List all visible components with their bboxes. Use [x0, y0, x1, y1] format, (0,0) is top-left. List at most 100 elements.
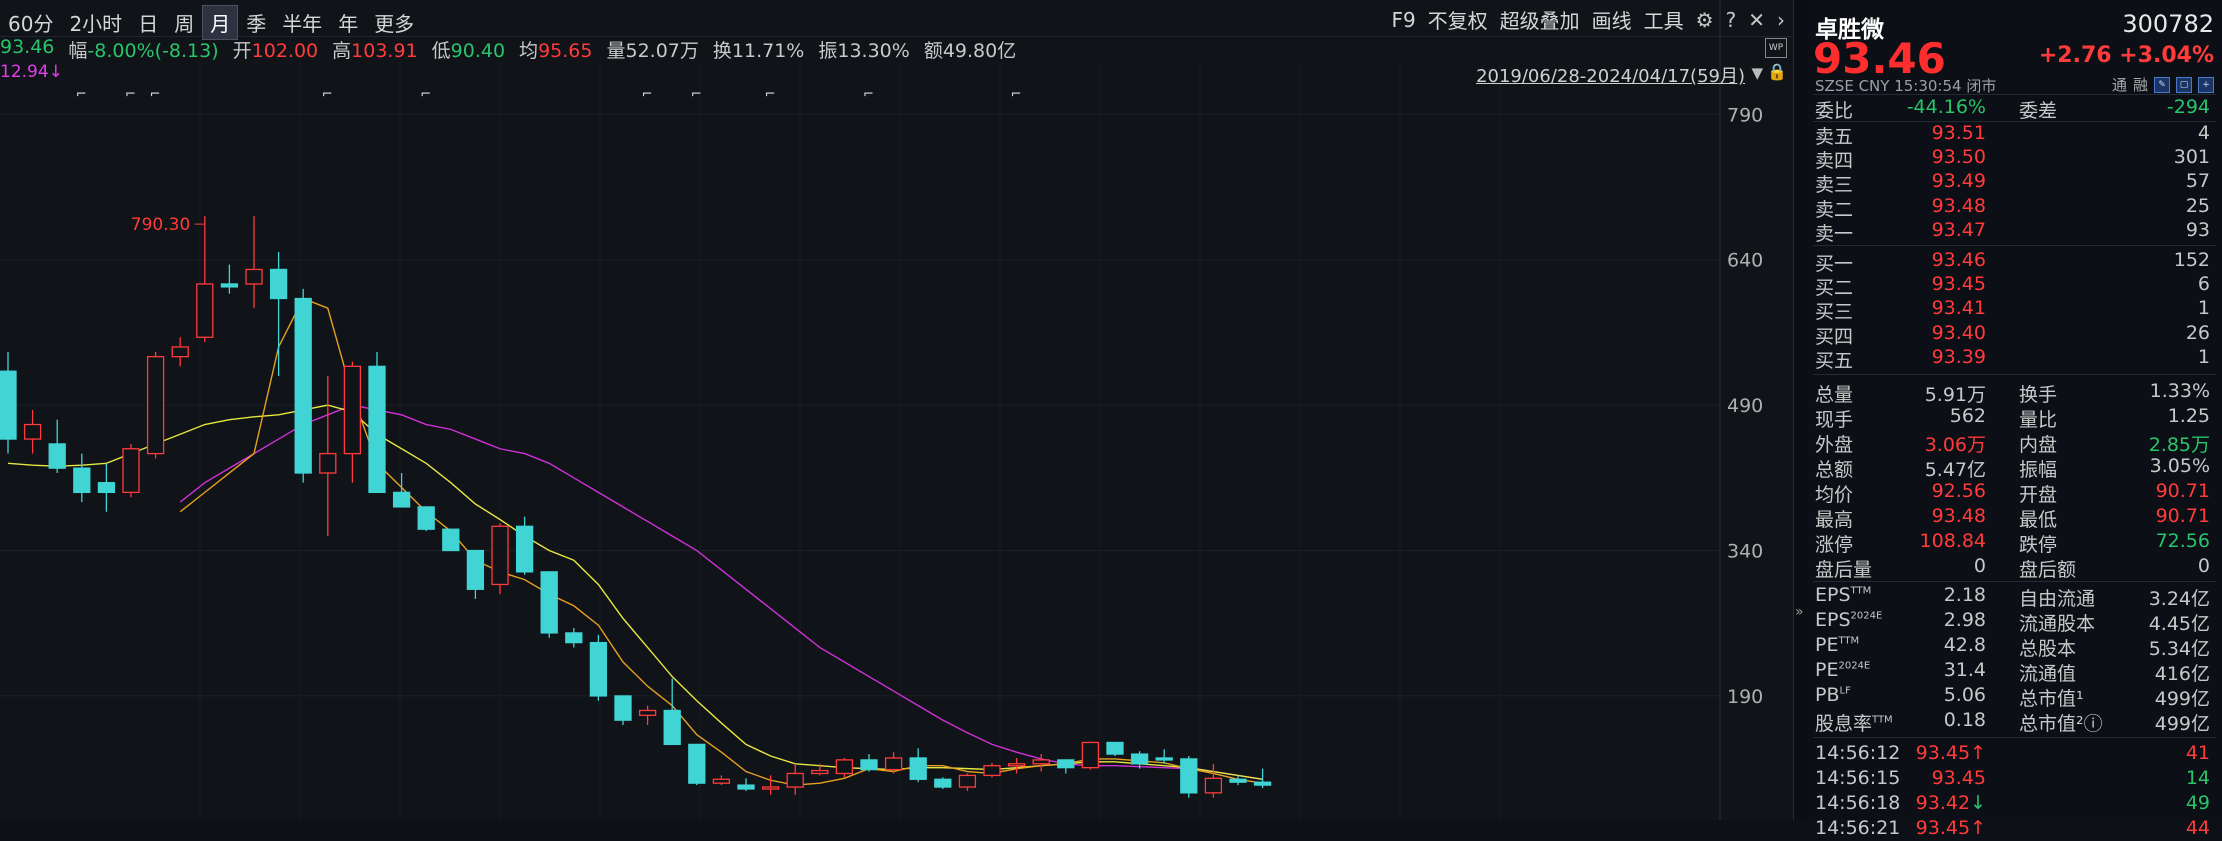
next-icon[interactable]: › [1777, 8, 1785, 32]
candle-body-3 [73, 467, 91, 494]
trade-time: 14:56:15 [1815, 767, 1901, 789]
candle-body-43 [1057, 759, 1075, 769]
fund-label-2: 流通值 [2019, 663, 2077, 685]
date-range-selector[interactable]: 2019/06/28-2024/04/17(59月) [1476, 62, 1745, 88]
panel-splitter[interactable] [1793, 0, 1808, 820]
bid-row-3[interactable]: 买四 93.40 26 [1813, 322, 2216, 348]
ask-volume: 301 [2173, 146, 2210, 169]
tool-button-2[interactable]: 超级叠加 [1500, 5, 1580, 34]
quote-value: 52.07万 [625, 40, 699, 62]
period-tab-7[interactable]: 年 [330, 5, 366, 40]
candle-body-7 [171, 346, 189, 358]
fund-row-5: 股息率TTM 0.18 总市值²ⓘ 499亿 [1813, 709, 2216, 735]
candle-body-10 [245, 268, 263, 285]
bid-row-4[interactable]: 买五 93.39 1 [1813, 346, 2216, 372]
candle-body-17 [417, 506, 435, 530]
tool-button-3[interactable]: 画线 [1592, 5, 1632, 34]
candle-body-2 [48, 443, 66, 469]
stat-value: 90.71 [2155, 505, 2210, 527]
ask-row-2[interactable]: 卖三 93.49 57 [1813, 170, 2216, 196]
expand-arrow-icon[interactable]: » [1795, 604, 1804, 620]
period-tab-8[interactable]: 更多 [366, 5, 422, 40]
kline-chart-pane[interactable]: 790 640 490 340 190 790.30 ⌐ ⌐ ⌐ ⌐ ⌐ ⌐ ⌐ ⌐ ⌐ ⌐ 60分 2小时日周… [0, 0, 1793, 820]
fund-value: 0.18 [1943, 709, 1986, 731]
bid-volume: 1 [2197, 297, 2210, 320]
subtool-1[interactable]: 融 [2133, 74, 2148, 95]
stat-label: 换手 [2019, 384, 2058, 406]
period-tab-0[interactable]: 60分 [0, 5, 61, 40]
ask-row-1[interactable]: 卖四 93.50 301 [1813, 146, 2216, 172]
fund-value-2: 3.24亿 [2148, 588, 2210, 610]
fund-value: 31.4 [1943, 659, 1986, 681]
ask-label: 卖一 [1815, 222, 1854, 245]
candle-body-39 [958, 774, 977, 788]
subtool-0[interactable]: 通 [2112, 74, 2127, 95]
candle-body-21 [515, 525, 534, 573]
ask-label: 卖二 [1815, 198, 1854, 221]
event-flag-icon-8: ⌐ [863, 87, 874, 102]
help-icon[interactable]: ? [1726, 8, 1737, 32]
candle-body-29 [712, 778, 731, 784]
tool-button-1[interactable]: 不复权 [1428, 5, 1488, 34]
quote-label: 量 [606, 40, 626, 62]
ask-row-0[interactable]: 卖五 93.51 4 [1813, 122, 2216, 148]
tool-button-4[interactable]: 工具 [1644, 5, 1684, 34]
candle-body-26 [638, 709, 657, 716]
period-tabs: 60分 2小时日周月季半年年更多 [0, 5, 422, 40]
period-tab-4[interactable]: 月 [202, 5, 239, 40]
fund-value-2: 5.34亿 [2148, 638, 2210, 660]
wp-badge-icon[interactable]: WP [1765, 38, 1787, 58]
trade-volume: 41 [2185, 742, 2210, 764]
candle-body-15 [368, 365, 386, 494]
event-flag-icon-2: ⌐ [150, 87, 161, 102]
weibi-value: -44.16% [1906, 96, 1986, 118]
stat-label: 最高 [1815, 509, 1854, 531]
stat-value: 0 [1973, 555, 1986, 577]
quote-item-5: 均95.65 [519, 36, 592, 64]
quote-item-6: 量52.07万 [606, 36, 698, 64]
quote-label: 开 [232, 40, 252, 62]
ask-row-4[interactable]: 卖一 93.47 93 [1813, 219, 2216, 245]
candle-body-24 [589, 641, 608, 697]
bid-row-2[interactable]: 买三 93.41 1 [1813, 297, 2216, 323]
fund-label-suffix: LF [1839, 685, 1851, 697]
period-tab-3[interactable]: 周 [166, 5, 202, 40]
event-flag-icon-9: ⌐ [1011, 87, 1022, 102]
event-flag-icon-5: ⌐ [642, 87, 653, 102]
period-tab-2[interactable]: 日 [130, 5, 166, 40]
lock-icon[interactable]: 🔒 [1767, 62, 1787, 81]
chart-toolbar: 60分 2小时日周月季半年年更多 F9 不复权 超级叠加 画线 工具 ⚙? ✕ › [0, 0, 1793, 40]
edit-icon[interactable]: ✎ [2154, 76, 2170, 93]
ask-row-3[interactable]: 卖二 93.48 25 [1813, 195, 2216, 221]
tool-button-0[interactable]: F9 [1391, 8, 1415, 32]
fund-label: EPSTTM [1815, 584, 1872, 606]
period-tab-5[interactable]: 季 [238, 5, 274, 40]
candle-body-33 [811, 769, 829, 775]
bid-price: 93.45 [1931, 273, 1986, 296]
period-tab-1[interactable]: 2小时 [61, 5, 130, 40]
bid-row-0[interactable]: 买一 93.46 152 [1813, 249, 2216, 275]
window-icon[interactable]: ▢ [2176, 76, 2192, 93]
close-icon[interactable]: ✕ [1748, 8, 1765, 32]
event-flag-icon-4: ⌐ [420, 87, 431, 102]
quote-value: 93.46 [0, 36, 55, 58]
candle-body-19 [466, 549, 485, 590]
trade-price: 93.42↓ [1915, 792, 1986, 814]
candle-body-28 [688, 743, 706, 784]
candlestick-chart[interactable]: 790 640 490 340 190 790.30 ⌐ ⌐ ⌐ ⌐ ⌐ ⌐ ⌐ ⌐ ⌐ ⌐ [0, 0, 1793, 820]
add-icon[interactable]: + [2198, 76, 2214, 93]
fund-label-suffix: TTM [1872, 714, 1893, 726]
weibi-label: 委比 [1815, 100, 1854, 122]
trade-row-3: 14:56:21 93.45↑ 44 [1813, 817, 2216, 841]
period-tab-6[interactable]: 半年 [274, 5, 330, 40]
bid-volume: 6 [2197, 273, 2210, 296]
trade-price: 93.45 [1931, 767, 1986, 789]
quote-value: 102.00 [251, 40, 319, 62]
gear-icon[interactable]: ⚙ [1696, 8, 1714, 32]
range-dropdown-icon[interactable]: ▼ [1751, 64, 1763, 82]
stat-label: 跌停 [2019, 534, 2058, 556]
bid-row-1[interactable]: 买二 93.45 6 [1813, 273, 2216, 299]
candle-body-37 [909, 757, 927, 780]
quote-item-4: 低90.40 [432, 36, 505, 64]
stat-value: 1.25 [2167, 405, 2210, 427]
